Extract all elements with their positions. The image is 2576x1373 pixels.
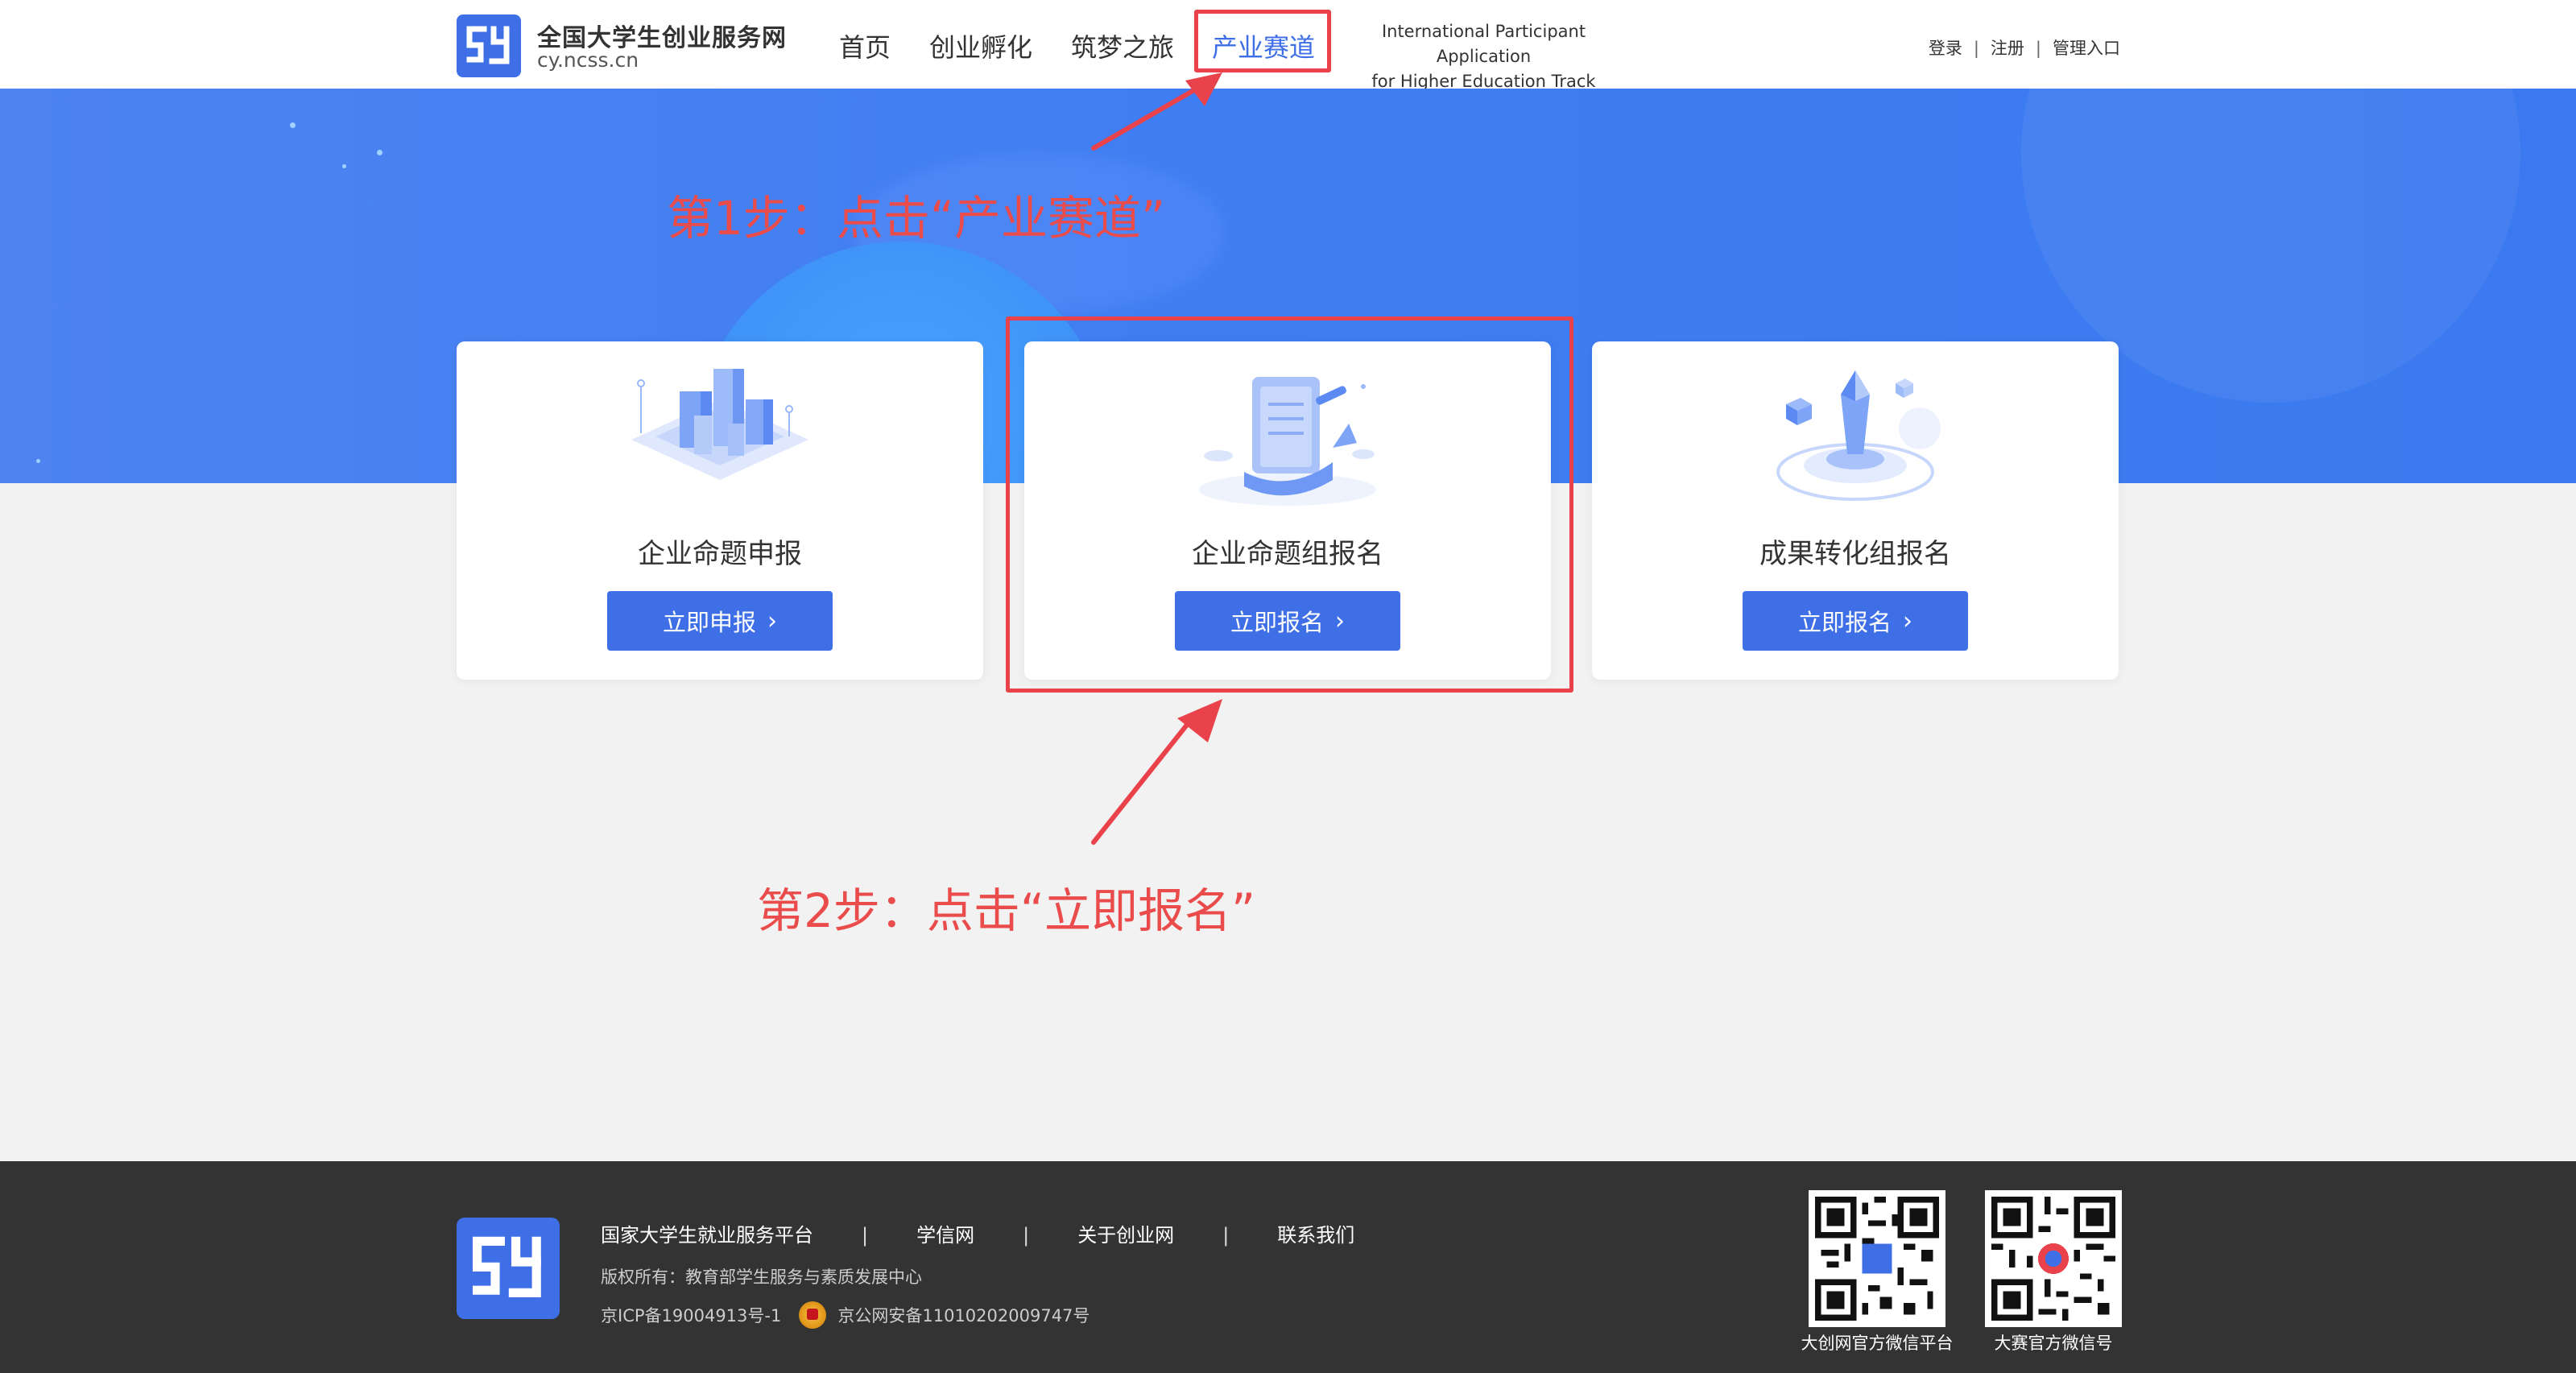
footer-link-chsi[interactable]: 学信网 xyxy=(916,1224,974,1247)
banner-dot xyxy=(342,164,346,168)
account-links: 登录 | 注册 | 管理入口 xyxy=(1929,35,2120,60)
banner-dot xyxy=(377,150,382,155)
footer-link-employment-platform[interactable]: 国家大学生就业服务平台 xyxy=(601,1224,813,1247)
police-record-link[interactable]: 京公网安备11010202009747号 xyxy=(837,1303,1090,1327)
link-separator: | xyxy=(2035,39,2041,58)
qr-label-wechat-platform: 大创网官方微信平台 xyxy=(1801,1334,1954,1353)
login-link[interactable]: 登录 xyxy=(1929,39,1962,58)
footer-link-about[interactable]: 关于创业网 xyxy=(1077,1224,1174,1247)
link-separator: | xyxy=(1973,39,1979,58)
chevron-right-icon: › xyxy=(1903,606,1912,635)
city-buildings-illustration-icon xyxy=(631,369,808,480)
banner-dot xyxy=(290,122,296,128)
card-highlight-box xyxy=(1006,316,1573,693)
apply-now-button[interactable]: 立即申报 › xyxy=(607,591,833,651)
footer-separator: | xyxy=(1222,1224,1230,1247)
top-header: 全国大学生创业服务网 cy.ncss.cn 首页 创业孵化 筑梦之旅 产业赛道 … xyxy=(0,0,2576,91)
card-achievement-transformation-registration: 成果转化组报名 立即报名 › xyxy=(1592,341,2119,680)
icp-row: 京ICP备19004913号-1 京公网安备11010202009747号 xyxy=(601,1301,1090,1329)
nav-dream-journey[interactable]: 筑梦之旅 xyxy=(1071,27,1174,64)
footer-link-contact[interactable]: 联系我们 xyxy=(1277,1224,1354,1247)
chevron-right-icon: › xyxy=(767,606,777,635)
card-enterprise-topic-declaration: 企业命题申报 立即申报 › xyxy=(457,341,983,680)
footer-separator: | xyxy=(862,1224,869,1247)
nav-incubation[interactable]: 创业孵化 xyxy=(929,27,1032,64)
footer-links: 国家大学生就业服务平台 | 学信网 | 关于创业网 | 联系我们 xyxy=(601,1219,1354,1247)
intl-line-1: International Participant Application xyxy=(1381,22,1586,66)
admin-entry-link[interactable]: 管理入口 xyxy=(2053,39,2120,58)
crystal-platform-illustration-icon xyxy=(1776,370,1941,501)
register-link[interactable]: 注册 xyxy=(1991,39,2024,58)
qr-code-wechat-platform-icon xyxy=(1809,1190,1945,1327)
copyright-text: 版权所有：教育部学生服务与素质发展中心 xyxy=(601,1268,922,1287)
step-1-annotation: 第1步：点击“产业赛道” xyxy=(667,191,1165,246)
button-label: 立即申报 xyxy=(662,609,756,636)
card-title: 成果转化组报名 xyxy=(1759,538,1951,570)
step-2-arrow-icon xyxy=(1091,699,1222,845)
police-badge-icon xyxy=(799,1301,827,1329)
footer-logo-icon xyxy=(457,1218,560,1319)
button-label: 立即报名 xyxy=(1797,609,1892,636)
icp-link[interactable]: 京ICP备19004913号-1 xyxy=(601,1303,781,1327)
step-1-arrow-icon xyxy=(1091,72,1222,151)
page-footer: 国家大学生就业服务平台 | 学信网 | 关于创业网 | 联系我们 版权所有：教育部学生服务与… xyxy=(0,1161,2576,1373)
site-logo-icon[interactable] xyxy=(457,14,521,77)
register-now-button[interactable]: 立即报名 › xyxy=(1743,591,1968,651)
international-application-link[interactable]: International Participant Application fo… xyxy=(1337,19,1631,94)
step-2-annotation: 第2步：点击“立即报名” xyxy=(757,883,1255,938)
nav-home[interactable]: 首页 xyxy=(839,27,891,64)
qr-code-competition-wechat-icon xyxy=(1985,1190,2122,1327)
qr-label-competition-wechat: 大赛官方微信号 xyxy=(1994,1334,2113,1353)
site-domain: cy.ncss.cn xyxy=(537,48,639,72)
nav-highlight-box xyxy=(1194,10,1331,72)
banner-dot xyxy=(36,459,40,463)
footer-separator: | xyxy=(1023,1224,1030,1247)
card-title: 企业命题申报 xyxy=(638,538,802,570)
